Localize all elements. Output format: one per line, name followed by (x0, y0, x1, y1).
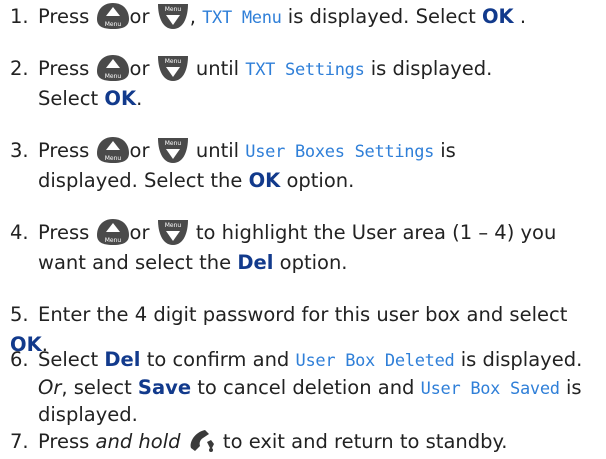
step-6: 6. Select Del to confirm and User Box Del… (10, 348, 583, 371)
step-7: 7. Press and hold to exit and return to s… (10, 428, 600, 456)
menu-down-key-icon: Menu (156, 136, 190, 164)
menu-up-key-icon: Menu (96, 218, 130, 246)
or-paragraph: Or, select Save to cancel deletion and U… (38, 376, 582, 426)
svg-text:Menu: Menu (104, 155, 121, 162)
svg-text:Menu: Menu (164, 140, 181, 147)
step-1: 1. Press Menu or Menu , TXT Menu is displ… (10, 2, 600, 33)
svg-text:Menu: Menu (104, 21, 121, 28)
menu-up-key-icon: Menu (96, 136, 130, 164)
step-2-continuation: Select OK. (38, 87, 143, 110)
step-3-continuation: displayed. Select the OK option. (38, 169, 355, 192)
svg-text:Menu: Menu (164, 58, 181, 65)
menu-down-key-icon: Menu (156, 2, 190, 30)
step-4: 4. Press Menu or Menu to highlight the Us… (10, 218, 600, 248)
menu-up-key-icon: Menu (96, 54, 130, 82)
menu-down-key-icon: Menu (156, 54, 190, 82)
step-4-continuation: want and select the Del option. (38, 251, 348, 274)
svg-text:Menu: Menu (164, 222, 181, 229)
end-call-key-icon (187, 428, 217, 454)
svg-text:Menu: Menu (104, 73, 121, 80)
menu-up-key-icon: Menu (96, 2, 130, 30)
step-2: 2. Press Menu or Menu until TXT Settings … (10, 54, 600, 85)
menu-down-key-icon: Menu (156, 218, 190, 246)
svg-text:Menu: Menu (104, 237, 121, 244)
step-3: 3. Press Menu or Menu until User Boxes Se… (10, 136, 600, 167)
svg-text:Menu: Menu (164, 6, 181, 13)
